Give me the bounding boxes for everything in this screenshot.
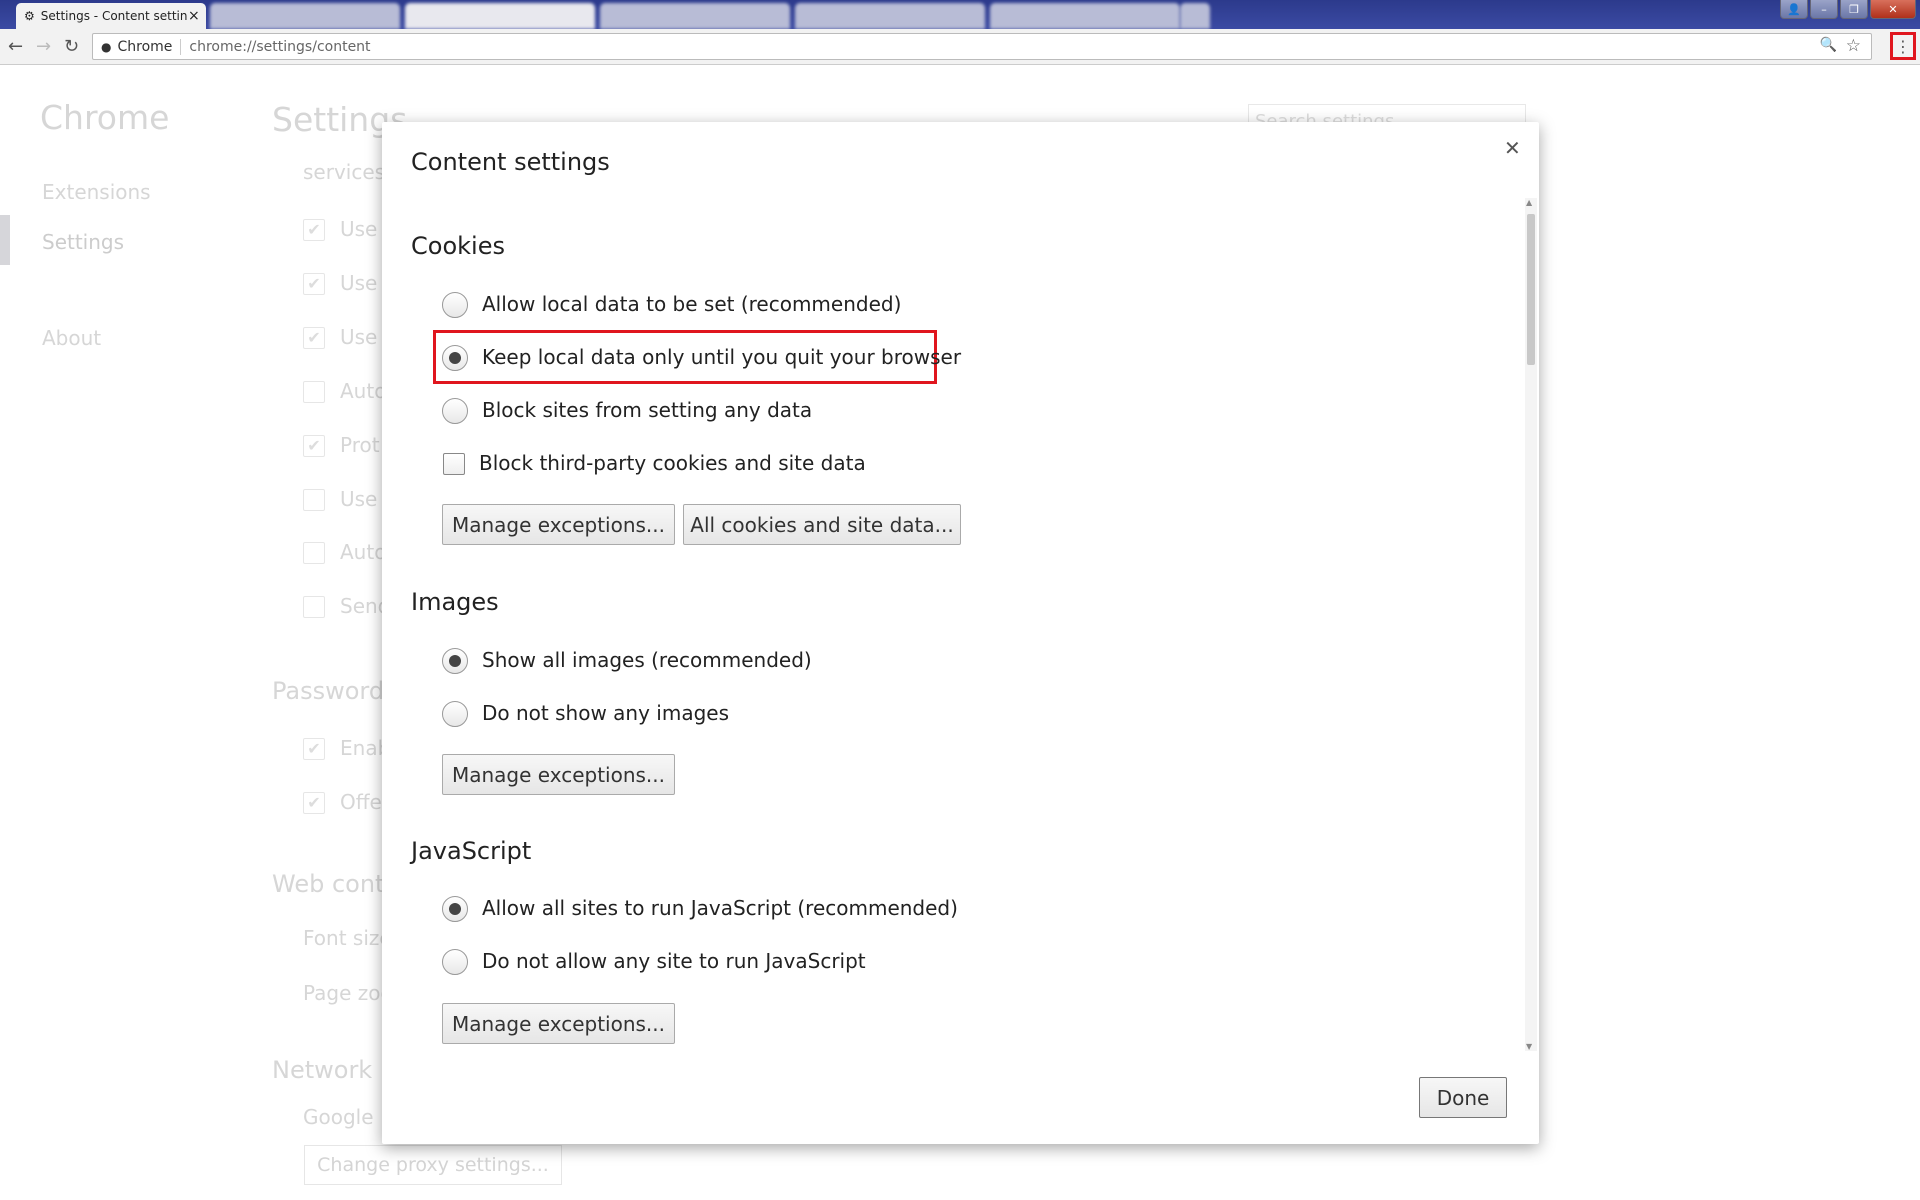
network-heading: Network xyxy=(272,1056,373,1084)
star-icon[interactable]: ☆ xyxy=(1846,36,1861,56)
site-chip: Chrome xyxy=(117,38,182,55)
javascript-heading: JavaScript xyxy=(411,837,532,865)
back-icon[interactable]: ← xyxy=(8,36,23,57)
radio-button[interactable] xyxy=(442,949,468,975)
scroll-down-arrow[interactable]: ▼ xyxy=(1526,1042,1532,1051)
gear-icon: ⚙ xyxy=(24,9,35,23)
network-text: Google xyxy=(303,1105,374,1129)
tab-title: Settings - Content settin xyxy=(40,9,188,23)
tab-blurred[interactable] xyxy=(405,3,595,29)
sidebar-item-settings[interactable]: Settings xyxy=(42,230,124,254)
close-window-button[interactable]: ✕ xyxy=(1870,0,1916,19)
tab-close-icon[interactable]: × xyxy=(188,8,206,24)
profile-icon[interactable]: 👤 xyxy=(1780,0,1808,19)
zoom-icon[interactable]: 🔍 xyxy=(1820,37,1837,53)
radio-no-images[interactable] xyxy=(442,701,468,727)
radio-label: Show all images (recommended) xyxy=(482,648,812,672)
background-checkbox-label: Auto xyxy=(340,540,387,564)
new-tab-button[interactable] xyxy=(1180,3,1210,29)
background-checkbox-label: Use xyxy=(340,271,378,295)
dialog-title: Content settings xyxy=(411,148,610,176)
address-bar[interactable]: ● Chrome chrome://settings/content 🔍 ☆ xyxy=(92,33,1872,60)
tab-blurred[interactable] xyxy=(990,3,1180,29)
sidebar-title: Chrome xyxy=(40,98,170,137)
background-checkbox-label: Use xyxy=(340,217,378,241)
content-settings-dialog: Content settings ✕ Cookies Allow local d… xyxy=(382,122,1539,1144)
tab-strip: ⚙ Settings - Content settin × 👤 – ❐ ✕ xyxy=(0,0,1920,29)
toolbar: ← → ↻ ● Chrome chrome://settings/content… xyxy=(0,29,1920,65)
tab-blurred[interactable] xyxy=(210,3,400,29)
radio-block-sites[interactable] xyxy=(442,398,468,424)
done-button[interactable]: Done xyxy=(1419,1077,1507,1118)
background-checkbox-label: Use xyxy=(340,487,378,511)
sidebar-item-extensions[interactable]: Extensions xyxy=(42,180,151,204)
radio-label: Allow all sites to run JavaScript (recom… xyxy=(482,896,958,920)
radio-button[interactable] xyxy=(442,345,468,371)
background-checkbox[interactable] xyxy=(303,542,325,564)
radio-keep-until-quit[interactable] xyxy=(442,345,468,371)
cookies-manage-exceptions-button[interactable]: Manage exceptions... xyxy=(442,504,675,545)
restore-button[interactable]: ❐ xyxy=(1840,0,1868,19)
radio-label: Do not show any images xyxy=(482,701,729,725)
background-checkbox-label: Use xyxy=(340,325,378,349)
background-checkbox-label: Offe xyxy=(340,790,382,814)
font-size-label: Font size xyxy=(303,926,392,950)
radio-label: Do not allow any site to run JavaScript xyxy=(482,949,866,973)
tab-settings[interactable]: ⚙ Settings - Content settin × xyxy=(16,3,206,29)
radio-label: Block sites from setting any data xyxy=(482,398,813,422)
menu-button[interactable]: ⋮ xyxy=(1890,32,1916,60)
radio-allow-javascript[interactable] xyxy=(442,896,468,922)
scroll-up-arrow[interactable]: ▲ xyxy=(1526,198,1532,207)
tab-blurred[interactable] xyxy=(600,3,790,29)
radio-block-javascript[interactable] xyxy=(442,949,468,975)
chrome-icon: ● xyxy=(101,39,112,54)
radio-button[interactable] xyxy=(442,701,468,727)
reload-icon[interactable]: ↻ xyxy=(64,36,79,57)
background-checkbox-label: Prot xyxy=(340,433,380,457)
sidebar-item-about[interactable]: About xyxy=(42,326,101,350)
page-zoom-label: Page zoo xyxy=(303,981,393,1005)
window-controls: 👤 – ❐ ✕ xyxy=(1780,0,1916,19)
change-proxy-button[interactable]: Change proxy settings... xyxy=(304,1145,562,1185)
scrollbar[interactable]: ▲ ▼ xyxy=(1525,198,1537,1051)
background-checkbox[interactable]: ✔ xyxy=(303,738,325,760)
radio-allow-local-data[interactable] xyxy=(442,292,468,318)
forward-icon[interactable]: → xyxy=(36,36,51,57)
web-content-heading: Web cont xyxy=(272,870,385,898)
checkbox-label: Block third-party cookies and site data xyxy=(479,451,866,475)
scrollbar-thumb[interactable] xyxy=(1527,214,1535,365)
more-vert-icon: ⋮ xyxy=(1895,36,1911,56)
background-checkbox[interactable] xyxy=(303,596,325,618)
background-checkbox[interactable] xyxy=(303,381,325,403)
background-checkbox[interactable]: ✔ xyxy=(303,327,325,349)
sidebar-active-indicator xyxy=(0,215,10,265)
radio-label: Keep local data only until you quit your… xyxy=(482,345,962,369)
radio-show-images[interactable] xyxy=(442,648,468,674)
minimize-button[interactable]: – xyxy=(1810,0,1838,19)
javascript-manage-exceptions-button[interactable]: Manage exceptions... xyxy=(442,1003,675,1044)
close-icon[interactable]: ✕ xyxy=(1504,136,1521,160)
background-checkbox[interactable]: ✔ xyxy=(303,435,325,457)
background-checkbox[interactable] xyxy=(303,489,325,511)
all-cookies-button[interactable]: All cookies and site data... xyxy=(683,504,961,545)
radio-label: Allow local data to be set (recommended) xyxy=(482,292,902,316)
images-heading: Images xyxy=(411,588,499,616)
passwords-heading: Passwords xyxy=(272,677,397,705)
background-checkbox[interactable]: ✔ xyxy=(303,273,325,295)
background-checkbox-label: Auto xyxy=(340,379,387,403)
block-third-party-checkbox[interactable] xyxy=(443,453,465,475)
services-text: services. xyxy=(303,160,392,184)
tab-blurred[interactable] xyxy=(795,3,985,29)
cookies-heading: Cookies xyxy=(411,232,505,260)
images-manage-exceptions-button[interactable]: Manage exceptions... xyxy=(442,754,675,795)
radio-button[interactable] xyxy=(442,398,468,424)
url-text: chrome://settings/content xyxy=(189,38,371,55)
background-checkbox[interactable]: ✔ xyxy=(303,792,325,814)
radio-button[interactable] xyxy=(442,896,468,922)
background-checkbox[interactable]: ✔ xyxy=(303,219,325,241)
radio-button[interactable] xyxy=(442,292,468,318)
radio-button[interactable] xyxy=(442,648,468,674)
